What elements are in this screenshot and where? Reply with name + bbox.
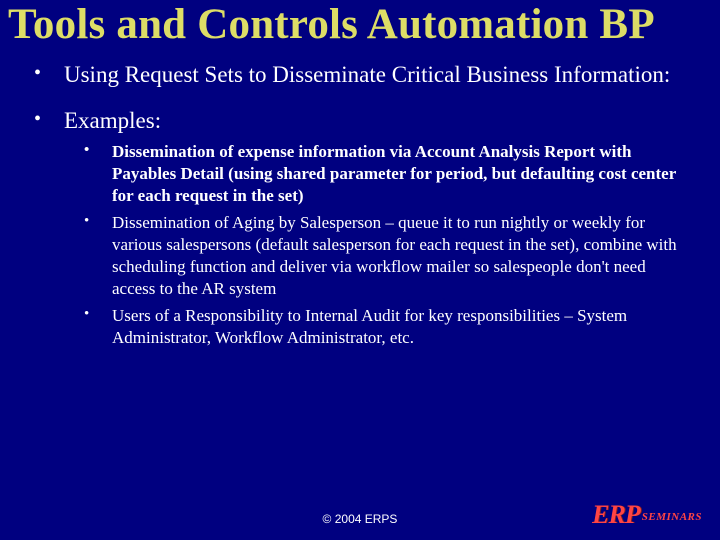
slide: Tools and Controls Automation BP Using R…	[0, 0, 720, 540]
sub-bullet-text: Users of a Responsibility to Internal Au…	[112, 306, 627, 347]
bullet-list: Using Request Sets to Disseminate Critic…	[34, 61, 680, 349]
sub-bullet-item: Dissemination of Aging by Salesperson – …	[84, 212, 680, 299]
logo-text-sub: SEMINARS	[642, 511, 702, 523]
logo: ERPSEMINARS	[592, 500, 702, 530]
bullet-text: Using Request Sets to Disseminate Critic…	[64, 62, 670, 87]
sub-bullet-item: Users of a Responsibility to Internal Au…	[84, 305, 680, 349]
bullet-text: Examples:	[64, 108, 161, 133]
slide-body: Using Request Sets to Disseminate Critic…	[0, 55, 720, 349]
sub-bullet-item: Dissemination of expense information via…	[84, 141, 680, 206]
sub-bullet-text: Dissemination of Aging by Salesperson – …	[112, 213, 677, 297]
bullet-item: Using Request Sets to Disseminate Critic…	[34, 61, 680, 89]
bullet-item: Examples: Dissemination of expense infor…	[34, 107, 680, 349]
sub-bullet-text: Dissemination of expense information via…	[112, 142, 676, 205]
sub-bullet-list: Dissemination of expense information via…	[64, 141, 680, 349]
slide-title: Tools and Controls Automation BP	[0, 0, 720, 55]
logo-text-main: ERP	[592, 500, 640, 529]
